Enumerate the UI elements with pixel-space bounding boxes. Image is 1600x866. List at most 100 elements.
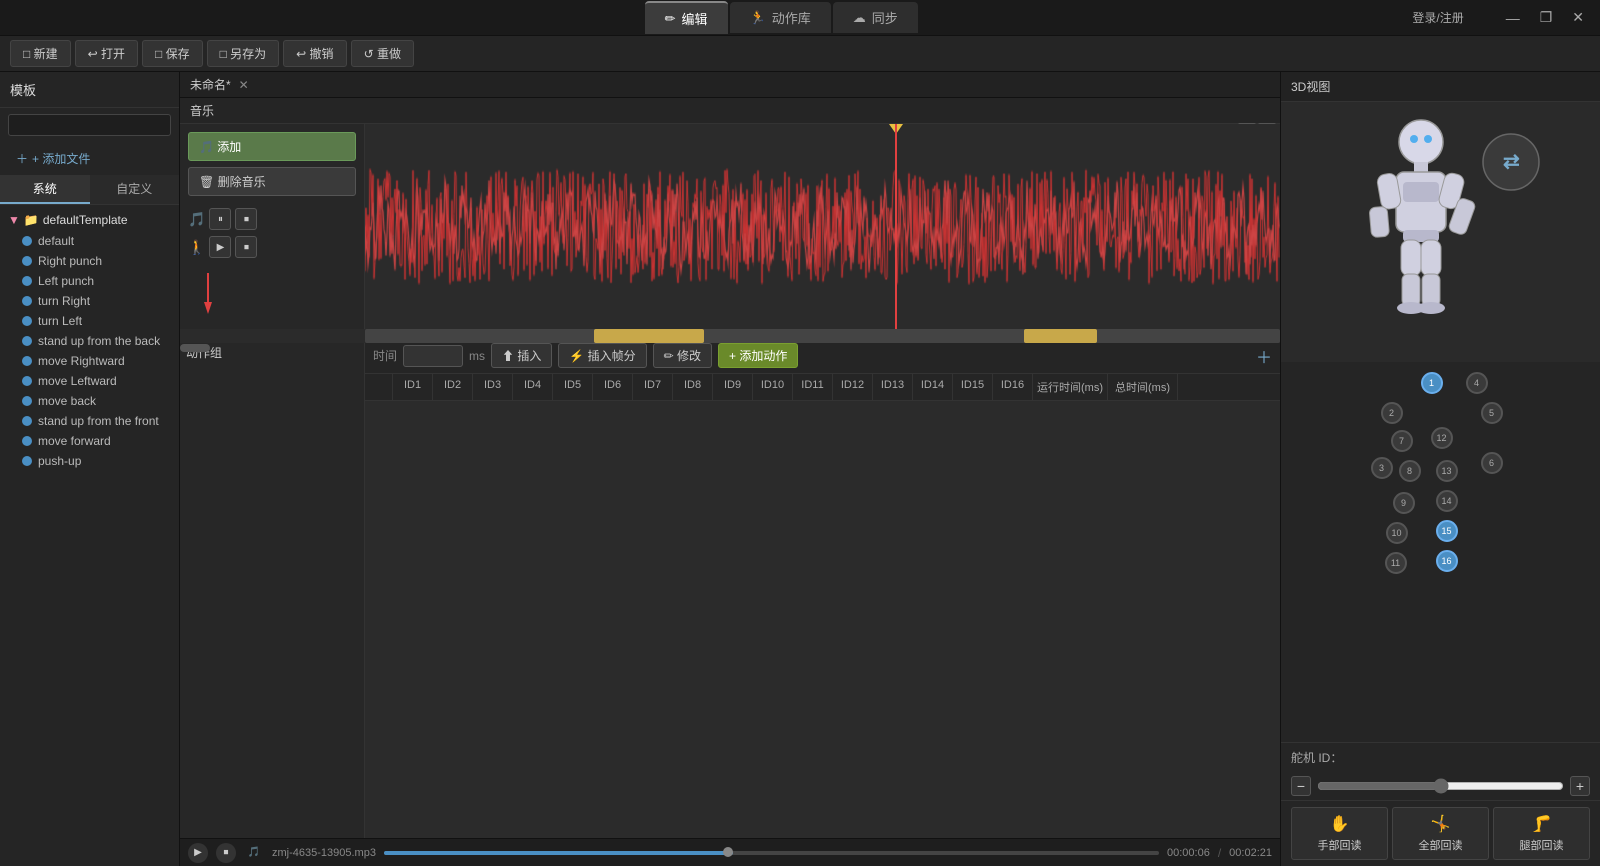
servo-dot-10[interactable]: 10 — [1386, 522, 1408, 544]
servo-dot-11[interactable]: 11 — [1385, 552, 1407, 574]
leg-icon: 🦵 — [1532, 814, 1552, 834]
tab-actions[interactable]: 🏃 动作库 — [730, 2, 831, 33]
servo-dot-4[interactable]: 4 — [1466, 372, 1488, 394]
action-lib-icon: 🏃 — [750, 10, 766, 26]
bottom-section: 动作组 时间 ms ⬆ 插入 ⚡ 插入帧分 ✏ 修改 + 添加动作 ＋ ID1I… — [180, 338, 1280, 838]
servo-dot-2[interactable]: 2 — [1381, 402, 1403, 424]
table-header-cell: ID16 — [993, 374, 1033, 400]
tab-custom[interactable]: 自定义 — [90, 175, 180, 204]
servo-dot-1[interactable]: 1 — [1421, 372, 1443, 394]
svg-text:⇄: ⇄ — [1503, 151, 1520, 173]
tree-item[interactable]: Right punch — [0, 251, 179, 271]
table-header-cell: ID4 — [513, 374, 553, 400]
servo-dot-6[interactable]: 6 — [1481, 452, 1503, 474]
save-as-button[interactable]: □ 另存为 — [207, 40, 280, 67]
insert-frac-button[interactable]: ⚡ 插入帧分 — [558, 343, 646, 368]
open-button[interactable]: ↩ 打开 — [75, 40, 138, 67]
plus-icon-frame[interactable]: ＋ — [1256, 344, 1272, 368]
servo-diagram: 1 4 2 5 7 12 3 8 13 6 9 14 10 15 1 — [1371, 372, 1511, 612]
audio-bar: ▶ ⏹ 🎵 zmj-4635-13905.mp3 00:00:06 / 00:0… — [180, 838, 1280, 866]
folder-default-template[interactable]: ▼ 📁 defaultTemplate — [0, 209, 179, 231]
tab-editor[interactable]: ✏ ✏ 编辑 编辑 — [645, 1, 728, 34]
servo-dot-16[interactable]: 16 — [1436, 550, 1458, 572]
audio-filename: zmj-4635-13905.mp3 — [272, 847, 376, 859]
table-header: ID1ID2ID3ID4ID5ID6ID7ID8ID9ID10ID11ID12I… — [365, 374, 1280, 401]
folder-icon: 📁 — [24, 213, 39, 227]
slider-minus-button[interactable]: − — [1291, 776, 1311, 796]
table-header-cell: ID1 — [393, 374, 433, 400]
servo-dot-12[interactable]: 12 — [1431, 427, 1453, 449]
add-file-button[interactable]: ＋ + 添加文件 — [8, 146, 171, 171]
insert-button[interactable]: ⬆ 插入 — [491, 343, 552, 368]
search-input[interactable] — [8, 114, 171, 136]
servo-dot-13[interactable]: 13 — [1436, 460, 1458, 482]
minimize-btn[interactable]: — — [1500, 8, 1526, 28]
maximize-btn[interactable]: ❐ — [1534, 7, 1559, 28]
tree-item[interactable]: move back — [0, 391, 179, 411]
table-header-cell: ID2 — [433, 374, 473, 400]
delete-music-button[interactable]: 🗑 删除音乐 — [188, 167, 356, 196]
audio-stop-button[interactable]: ⏹ — [216, 843, 236, 863]
add-action-button[interactable]: + 添加动作 — [718, 343, 798, 368]
tree-item[interactable]: Left punch — [0, 271, 179, 291]
tree-item[interactable]: stand up from the front — [0, 411, 179, 431]
servo-dot-8[interactable]: 8 — [1399, 460, 1421, 482]
read-hand-label: 手部回读 — [1318, 837, 1362, 853]
music-pause-button[interactable]: ⏸ — [209, 208, 231, 230]
tree-item[interactable]: turn Left — [0, 311, 179, 331]
tree-item[interactable]: default — [0, 231, 179, 251]
music-stop-button[interactable]: ⏹ — [235, 208, 257, 230]
read-leg-button[interactable]: 🦵 腿部回读 — [1493, 807, 1590, 860]
save-button[interactable]: □ 保存 — [142, 40, 203, 67]
walk-stop-button[interactable]: ⏹ — [235, 236, 257, 258]
redo-button[interactable]: ↺ 重做 — [351, 40, 414, 67]
action-frame-toolbar: 时间 ms ⬆ 插入 ⚡ 插入帧分 ✏ 修改 + 添加动作 ＋ — [365, 338, 1280, 374]
tree-item-label: turn Left — [38, 314, 82, 328]
servo-dot-14[interactable]: 14 — [1436, 490, 1458, 512]
walk-play-button[interactable]: ▶ — [209, 236, 231, 258]
table-header-cell: ID10 — [753, 374, 793, 400]
scroll-thumb[interactable] — [180, 344, 210, 352]
table-header-cell: ID6 — [593, 374, 633, 400]
servo-dot-7[interactable]: 7 — [1391, 430, 1413, 452]
tab-system[interactable]: 系统 — [0, 175, 90, 204]
tree-item[interactable]: move forward — [0, 431, 179, 451]
tree-item[interactable]: turn Right — [0, 291, 179, 311]
audio-play-button[interactable]: ▶ — [188, 843, 208, 863]
table-header-cell: 总时间(ms) — [1108, 374, 1178, 400]
audio-progress-fill — [384, 851, 733, 855]
tree-item-dot — [22, 296, 32, 306]
tree-item-dot — [22, 436, 32, 446]
tab-sync[interactable]: ☁ 同步 — [833, 2, 918, 33]
audio-progress-bar[interactable] — [384, 851, 1159, 855]
time-input[interactable] — [403, 345, 463, 367]
audio-music-icon: 🎵 — [244, 843, 264, 863]
read-all-button[interactable]: 🤸 全部回读 — [1392, 807, 1489, 860]
table-header-cell: ID7 — [633, 374, 673, 400]
tree-item[interactable]: move Rightward — [0, 351, 179, 371]
audio-progress-dot — [723, 847, 733, 857]
table-header-cell: 运行时间(ms) — [1033, 374, 1108, 400]
tree-item-dot — [22, 416, 32, 426]
new-button[interactable]: □ 新建 — [10, 40, 71, 67]
tree-item[interactable]: move Leftward — [0, 371, 179, 391]
right-panel: 3D视图 — [1280, 72, 1600, 866]
sidebar: 模板 ＋ + 添加文件 系统 自定义 ▼ 📁 defaultTemplate d… — [0, 72, 180, 866]
edit-button[interactable]: ✏ 修改 — [653, 343, 712, 368]
close-btn[interactable]: ✕ — [1566, 7, 1590, 28]
tree-item[interactable]: push-up — [0, 451, 179, 471]
servo-dot-5[interactable]: 5 — [1481, 402, 1503, 424]
servo-dot-15[interactable]: 15 — [1436, 520, 1458, 542]
motor-slider[interactable] — [1317, 778, 1564, 794]
table-header-cell: ID11 — [793, 374, 833, 400]
add-music-button[interactable]: 🎵 添加 — [188, 132, 356, 161]
slider-plus-button[interactable]: + — [1570, 776, 1590, 796]
tree-item[interactable]: stand up from the back — [0, 331, 179, 351]
servo-dot-9[interactable]: 9 — [1393, 492, 1415, 514]
login-register[interactable]: 登录/注册 — [1412, 9, 1463, 26]
read-hand-button[interactable]: ✋ 手部回读 — [1291, 807, 1388, 860]
servo-dot-3[interactable]: 3 — [1371, 457, 1393, 479]
doc-close-button[interactable]: ✕ — [239, 78, 249, 92]
tree-items: defaultRight punchLeft punchturn Right tu… — [0, 231, 179, 471]
undo-button[interactable]: ↩ 撤销 — [283, 40, 346, 67]
